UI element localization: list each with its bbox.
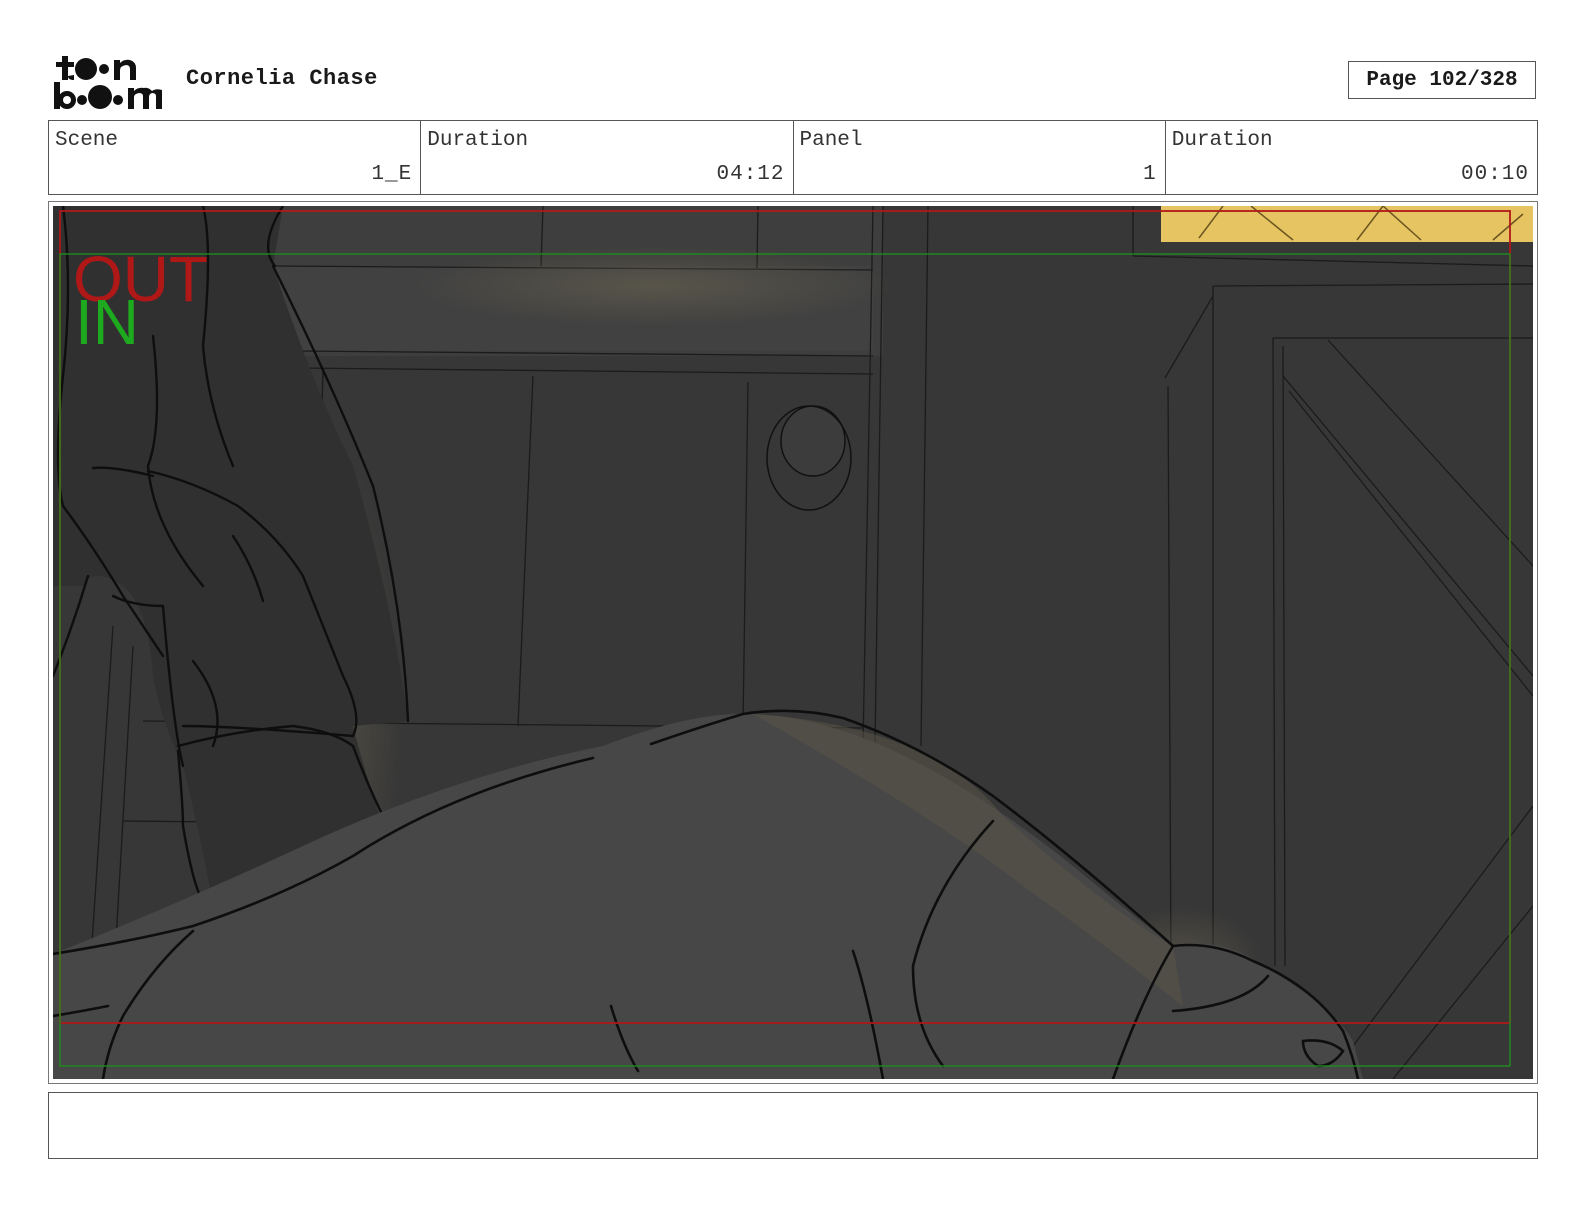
toon-boom-logo: [52, 50, 164, 112]
panel-artwork: OUT IN: [53, 206, 1533, 1079]
notes-box[interactable]: [48, 1092, 1538, 1159]
panel-cell: Panel 1: [794, 121, 1166, 194]
storyboard-panel: OUT IN: [48, 201, 1538, 1084]
panel-duration-value: 00:10: [1460, 163, 1529, 186]
panel-duration-label: Duration: [1171, 129, 1273, 152]
scene-label: Scene: [55, 129, 119, 152]
scene-duration-label: Duration: [427, 129, 529, 152]
panel-info-row: Scene 1_E Duration 04:12 Panel 1 Duratio…: [48, 120, 1538, 195]
panel-value: 1: [1143, 163, 1157, 186]
in-label: IN: [75, 286, 139, 358]
panel-duration-cell: Duration 00:10: [1166, 121, 1537, 194]
scene-duration-cell: Duration 04:12: [421, 121, 794, 194]
logo-mark: [54, 56, 162, 109]
scene-duration-value: 04:12: [716, 163, 785, 186]
scene-value: 1_E: [371, 163, 413, 186]
page-number: Page 102/328: [1348, 61, 1536, 99]
scene-cell: Scene 1_E: [49, 121, 422, 194]
project-title: Cornelia Chase: [186, 66, 378, 91]
panel-label: Panel: [799, 129, 863, 152]
panel-drawing: OUT IN: [53, 206, 1533, 1079]
